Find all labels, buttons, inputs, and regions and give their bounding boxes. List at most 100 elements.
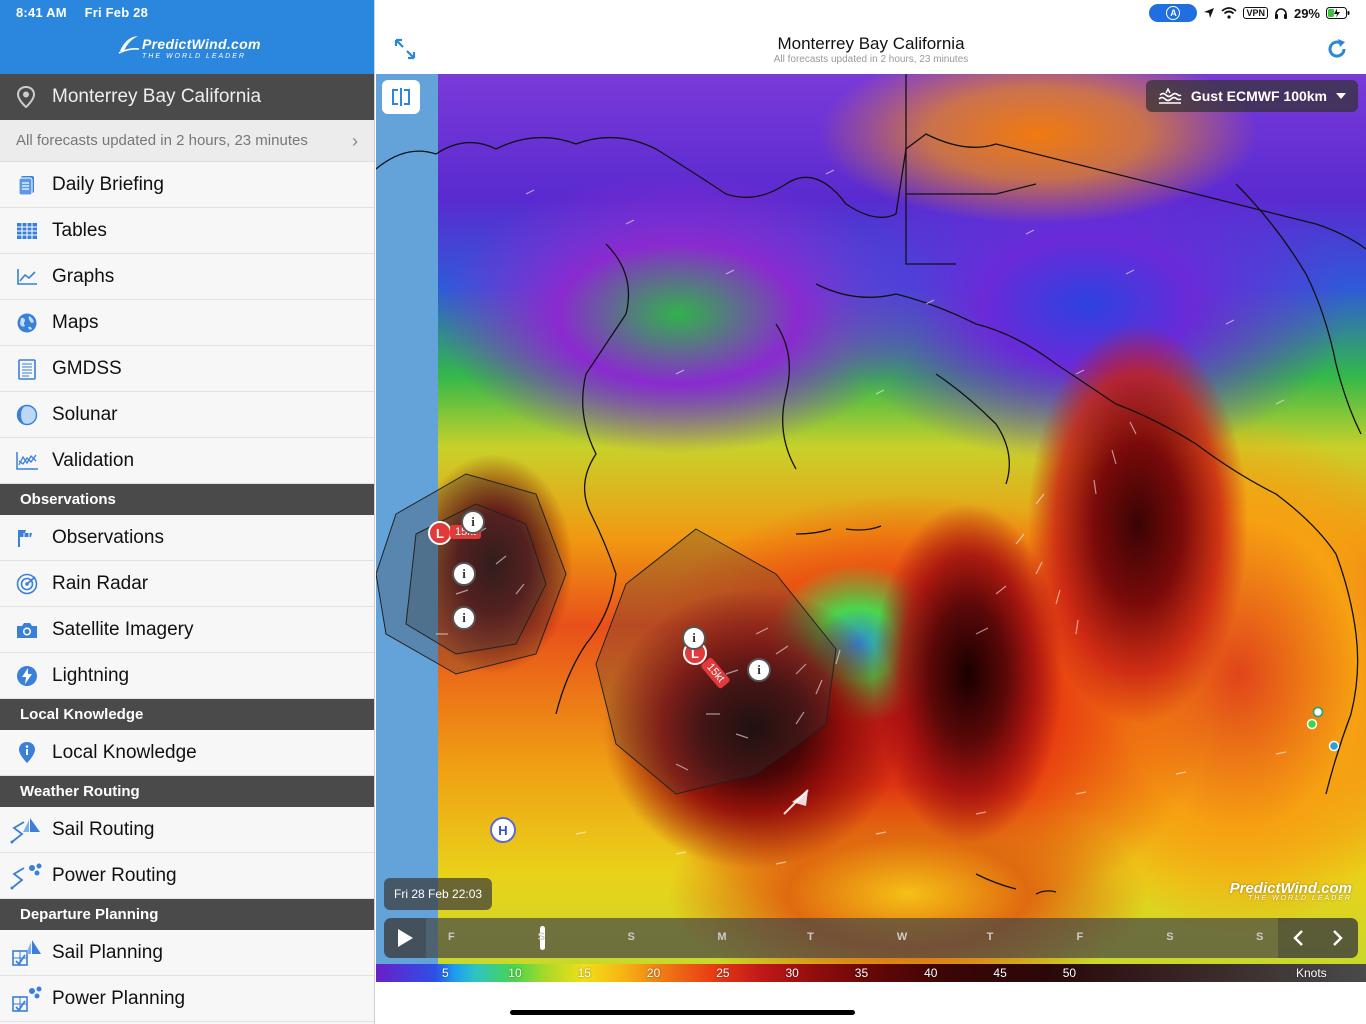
timeline-day-label: S <box>537 931 546 943</box>
map-header: A VPN 29% Monterrey Bay California All f… <box>376 0 1366 74</box>
station-marker[interactable] <box>1328 740 1340 752</box>
menu-item-lightning[interactable]: Lightning <box>0 653 374 699</box>
legend-value-label: 25 <box>716 966 730 980</box>
high-pressure-marker[interactable]: H <box>490 817 516 843</box>
info-marker[interactable]: i <box>682 626 706 650</box>
info-label: i <box>757 662 761 677</box>
menu-item-maps[interactable]: Maps <box>0 300 374 346</box>
wind-speed-legend: 5 10 15 20 25 30 35 40 45 50 Knots <box>376 964 1366 982</box>
menu-item-validation[interactable]: Validation <box>0 438 374 484</box>
chevron-right-icon[interactable] <box>1332 929 1344 947</box>
location-name: Monterrey Bay California <box>52 86 262 107</box>
menu-item-rain-radar[interactable]: Rain Radar <box>0 561 374 607</box>
chevron-left-icon[interactable] <box>1292 929 1304 947</box>
weather-map[interactable]: L 15kt L 15kt H i i i i i Gust ECMWF 100… <box>376 74 1366 964</box>
menu-item-power-routing[interactable]: Power Routing <box>0 853 374 899</box>
menu-item-power-planning[interactable]: Power Planning <box>0 976 374 1022</box>
predictwind-watermark: PredictWind.com THE WORLD LEADER <box>1230 880 1352 902</box>
section-header-observations: Observations <box>0 484 374 515</box>
status-bar-left: 8:41 AM Fri Feb 28 <box>16 5 162 20</box>
timeline-day-label: M <box>717 931 727 943</box>
timeline-bar: FSSMTWTFSS <box>384 918 1358 958</box>
menu-label: Rain Radar <box>52 572 149 594</box>
radar-icon <box>16 573 38 594</box>
brand-name: PredictWind.com <box>142 36 261 52</box>
legend-value-label: 10 <box>508 966 522 980</box>
info-marker[interactable]: i <box>461 510 485 534</box>
menu-label: Maps <box>52 311 99 333</box>
flags-icon <box>18 529 32 547</box>
menu-label: GMDSS <box>52 357 122 379</box>
menu-item-local-knowledge[interactable]: Local Knowledge <box>0 730 374 776</box>
forecast-timestamp-text: Fri 28 Feb 22:03 <box>394 887 483 901</box>
menu-item-observations[interactable]: Observations <box>0 515 374 561</box>
menu-label: Sail Planning <box>52 941 163 963</box>
menu-label: Daily Briefing <box>52 173 164 195</box>
page-subtitle: All forecasts updated in 2 hours, 23 min… <box>773 54 969 65</box>
menu-label: Validation <box>52 449 135 471</box>
refresh-icon[interactable] <box>1326 38 1348 60</box>
menu-label: Tables <box>52 219 107 241</box>
split-view-button[interactable] <box>382 80 420 114</box>
brand-bar: 8:41 AM Fri Feb 28 PredictWind.com THE W… <box>0 0 374 74</box>
power-planning-icon <box>12 986 42 1012</box>
brand-logo: PredictWind.com THE WORLD LEADER <box>118 33 261 60</box>
timeline-day-label: S <box>627 931 635 943</box>
station-marker[interactable] <box>1306 718 1318 730</box>
menu-label: Power Routing <box>52 864 177 886</box>
legend-value-label: 30 <box>785 966 799 980</box>
info-marker[interactable]: i <box>747 658 771 682</box>
home-indicator <box>510 1010 855 1015</box>
station-marker[interactable] <box>1312 706 1324 718</box>
menu-item-graphs[interactable]: Graphs <box>0 254 374 300</box>
wifi-icon <box>1221 7 1238 19</box>
menu-item-gmdss[interactable]: GMDSS <box>0 346 374 392</box>
low-label: L <box>436 525 444 541</box>
moon-icon <box>16 404 38 425</box>
wind-particles <box>436 169 1287 865</box>
status-date: Fri Feb 28 <box>84 5 149 20</box>
section-header-local-knowledge: Local Knowledge <box>0 699 374 730</box>
menu-item-solunar[interactable]: Solunar <box>0 392 374 438</box>
menu-item-daily-briefing[interactable]: Daily Briefing <box>0 162 374 208</box>
forecast-timestamp: Fri 28 Feb 22:03 <box>384 878 493 910</box>
menu-label: Observations <box>52 526 164 548</box>
low-pressure-marker[interactable]: L <box>428 521 452 545</box>
menu-item-satellite-imagery[interactable]: Satellite Imagery <box>0 607 374 653</box>
layer-selector-dropdown[interactable]: Gust ECMWF 100km <box>1145 80 1358 112</box>
legend-value-label: 20 <box>646 966 661 980</box>
timeline-nav <box>1278 918 1358 958</box>
page-title: Monterrey Bay California <box>777 34 965 53</box>
timeline-day-label: S <box>1256 931 1264 943</box>
battery-percent: 29% <box>1293 5 1320 21</box>
location-arrow-icon <box>1204 8 1215 18</box>
timeline-scrubber[interactable]: FSSMTWTFSS <box>426 918 1278 958</box>
map-overlay <box>376 74 1366 895</box>
menu-label: Satellite Imagery <box>52 618 194 640</box>
watermark-tagline: THE WORLD LEADER <box>1248 895 1352 902</box>
section-header-weather-routing: Weather Routing <box>0 776 374 807</box>
legend-value-label: 5 <box>442 966 449 980</box>
vpn-badge: VPN <box>1243 7 1268 19</box>
play-button[interactable] <box>384 918 426 958</box>
menu-item-sail-routing[interactable]: Sail Routing <box>0 807 374 853</box>
timeline-day-label: S <box>1166 931 1174 943</box>
sail-route-icon <box>10 817 40 843</box>
timeline-day-label: W <box>896 931 908 943</box>
menu-item-tables[interactable]: Tables <box>0 208 374 254</box>
timeline-day-label: T <box>807 931 814 943</box>
info-label: i <box>471 514 475 529</box>
location-selector[interactable]: Monterrey Bay California <box>0 74 374 120</box>
legend-value-label: 35 <box>854 966 869 980</box>
menu-label: Local Knowledge <box>52 741 197 763</box>
info-marker[interactable]: i <box>452 606 476 630</box>
main-panel: A VPN 29% Monterrey Bay California All f… <box>376 0 1366 1024</box>
sail-planning-icon <box>12 939 41 966</box>
legend-value-label: 40 <box>924 966 938 980</box>
play-icon <box>398 929 413 947</box>
forecast-update-row[interactable]: All forecasts updated in 2 hours, 23 min… <box>0 120 374 162</box>
menu-item-sail-planning[interactable]: Sail Planning <box>0 930 374 976</box>
info-marker[interactable]: i <box>452 562 476 586</box>
info-pin-icon <box>19 741 35 763</box>
battery-charging-icon <box>1326 7 1350 19</box>
